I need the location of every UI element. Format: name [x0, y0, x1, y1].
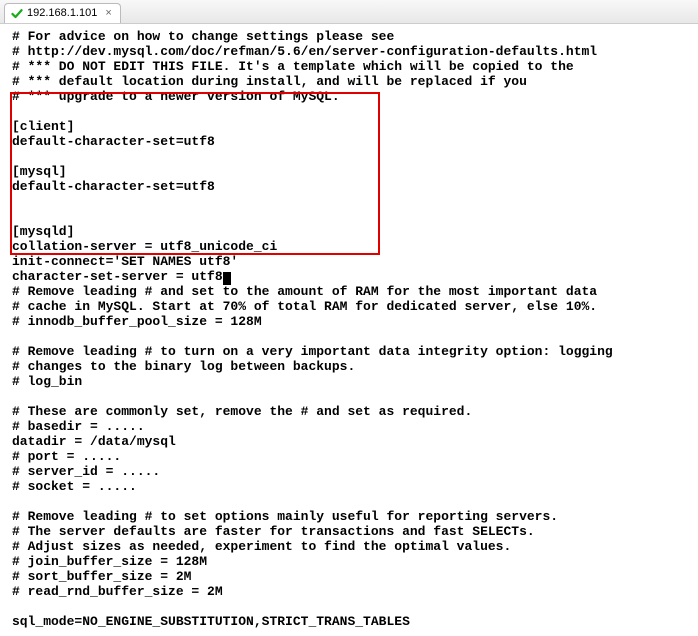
editor-line: # join_buffer_size = 128M	[12, 555, 686, 570]
editor-line	[12, 210, 686, 225]
editor-line: # *** upgrade to a newer version of MySQ…	[12, 90, 686, 105]
editor-line	[12, 495, 686, 510]
close-icon[interactable]: ×	[105, 7, 111, 20]
editor-line: # *** default location during install, a…	[12, 75, 686, 90]
tab-bar: 192.168.1.101 ×	[0, 0, 698, 24]
editor-line: # innodb_buffer_pool_size = 128M	[12, 315, 686, 330]
editor-line: default-character-set=utf8	[12, 180, 686, 195]
editor-line: default-character-set=utf8	[12, 135, 686, 150]
tab-title: 192.168.1.101	[27, 7, 97, 20]
editor-line: # Remove leading # to set options mainly…	[12, 510, 686, 525]
editor-line: collation-server = utf8_unicode_ci	[12, 240, 686, 255]
editor-line: # changes to the binary log between back…	[12, 360, 686, 375]
editor-line: # For advice on how to change settings p…	[12, 30, 686, 45]
editor-line: character-set-server = utf8	[12, 270, 686, 285]
editor-line: sql_mode=NO_ENGINE_SUBSTITUTION,STRICT_T…	[12, 615, 686, 630]
editor-line	[12, 105, 686, 120]
editor-viewport[interactable]: # For advice on how to change settings p…	[0, 24, 698, 636]
editor-line: # cache in MySQL. Start at 70% of total …	[12, 300, 686, 315]
editor-line: # port = .....	[12, 450, 686, 465]
editor-line: # server_id = .....	[12, 465, 686, 480]
tab-session[interactable]: 192.168.1.101 ×	[4, 3, 121, 23]
editor-line: # Remove leading # and set to the amount…	[12, 285, 686, 300]
check-icon	[11, 8, 23, 20]
editor-line: # read_rnd_buffer_size = 2M	[12, 585, 686, 600]
editor-line: # The server defaults are faster for tra…	[12, 525, 686, 540]
editor-line	[12, 390, 686, 405]
editor-line: # basedir = .....	[12, 420, 686, 435]
editor-line: [mysqld]	[12, 225, 686, 240]
editor-line: init-connect='SET NAMES utf8'	[12, 255, 686, 270]
editor-line: # *** DO NOT EDIT THIS FILE. It's a temp…	[12, 60, 686, 75]
editor-line: datadir = /data/mysql	[12, 435, 686, 450]
editor-line: # socket = .....	[12, 480, 686, 495]
editor-line: # log_bin	[12, 375, 686, 390]
editor-line: # sort_buffer_size = 2M	[12, 570, 686, 585]
editor-line: # http://dev.mysql.com/doc/refman/5.6/en…	[12, 45, 686, 60]
editor-line	[12, 150, 686, 165]
editor-line: # Remove leading # to turn on a very imp…	[12, 345, 686, 360]
editor-line	[12, 330, 686, 345]
editor-line: [client]	[12, 120, 686, 135]
editor-line: # These are commonly set, remove the # a…	[12, 405, 686, 420]
editor-line: # Adjust sizes as needed, experiment to …	[12, 540, 686, 555]
editor-line: [mysql]	[12, 165, 686, 180]
editor-line	[12, 195, 686, 210]
editor-line	[12, 600, 686, 615]
